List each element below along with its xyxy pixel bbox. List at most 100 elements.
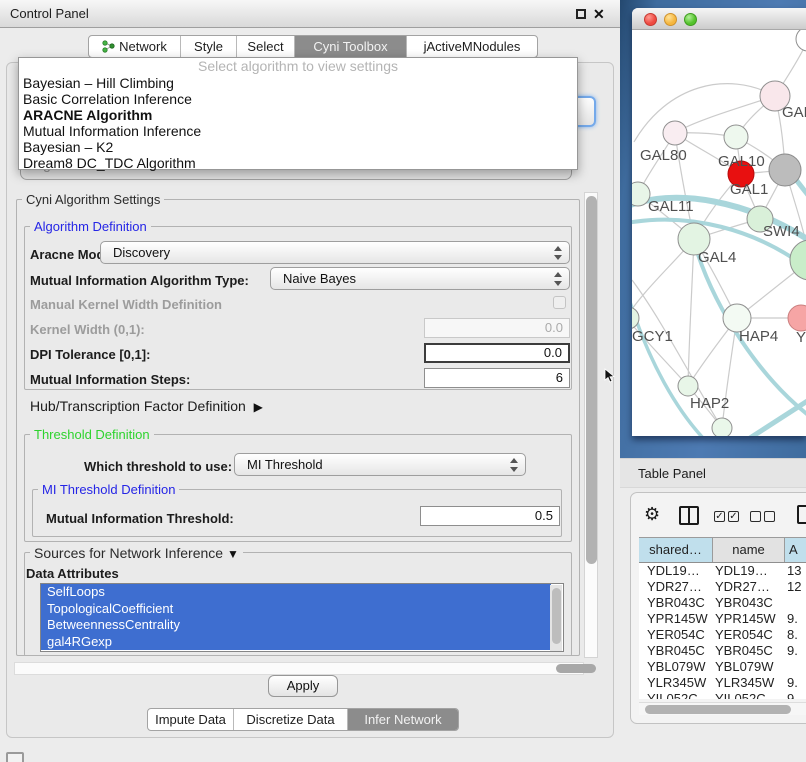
tab-discretize-data[interactable]: Discretize Data <box>234 709 348 730</box>
node-label: GAL1 <box>730 181 768 198</box>
table-row[interactable]: YER054C YER054C 8. <box>639 627 806 643</box>
cell: 9. <box>785 611 806 627</box>
table-row[interactable]: YBR043C YBR043C <box>639 595 806 611</box>
select-all-checkbox-icon[interactable]: ✓ <box>714 511 725 522</box>
dropdown-item[interactable]: Basic Correlation Inference <box>19 91 577 107</box>
settings-horizontal-scrollbar-thumb[interactable] <box>556 664 596 673</box>
table-row[interactable]: YBL079W YBL079W <box>639 659 806 675</box>
bottom-tabbar: Impute Data Discretize Data Infer Networ… <box>147 708 459 731</box>
node[interactable] <box>796 30 806 51</box>
column-header-partial[interactable]: A <box>785 538 806 562</box>
network-window-titlebar[interactable] <box>632 8 806 30</box>
cell: YBR045C <box>713 643 785 659</box>
tab-style[interactable]: Style <box>181 36 237 57</box>
close-traffic-light-icon[interactable] <box>644 13 657 26</box>
attributes-scrollbar[interactable] <box>550 585 562 651</box>
attribute-item-selected[interactable]: gal4RGexp <box>41 634 551 651</box>
table-row[interactable]: YDL19… YDL19… 13 <box>639 563 806 579</box>
which-threshold-combo[interactable]: MI Threshold <box>234 453 526 476</box>
settings-horizontal-scrollbar[interactable] <box>14 662 584 675</box>
control-panel-titlebar: Control Panel ✕ <box>0 0 620 28</box>
tab-cyni-toolbox[interactable]: Cyni Toolbox <box>295 36 407 57</box>
table-row[interactable]: YBR045C YBR045C 9. <box>639 643 806 659</box>
dropdown-header: Select algorithm to view settings <box>19 58 577 75</box>
table-horizontal-scrollbar-thumb[interactable] <box>645 705 791 714</box>
sources-group-toggle[interactable]: Sources for Network Inference ▼ <box>30 545 243 561</box>
deselect-all-checkbox-icon[interactable] <box>764 511 775 522</box>
stepper-arrows-icon <box>554 246 562 260</box>
zoom-traffic-light-icon[interactable] <box>684 13 697 26</box>
cell <box>785 595 806 611</box>
dropdown-item[interactable]: Dream8 DC_TDC Algorithm <box>19 155 577 171</box>
column-header-name[interactable]: name <box>713 538 785 562</box>
tab-infer-network-label: Infer Network <box>364 712 441 727</box>
cell: 12 <box>785 579 806 595</box>
minimized-panel-icon[interactable] <box>6 752 24 762</box>
table-row[interactable]: YLR345W YLR345W 9. <box>639 675 806 691</box>
attribute-item-selected[interactable]: BetweennessCentrality <box>41 617 551 634</box>
node-label: HAP4 <box>739 328 778 345</box>
node-label: GAL80 <box>640 147 687 164</box>
dpi-tolerance-value: 0.0 <box>544 345 562 360</box>
export-table-icon[interactable] <box>797 505 806 524</box>
apply-button[interactable]: Apply <box>268 675 338 697</box>
network-canvas[interactable]: GAL GAL80 GAL10 GAL1 GAL11 SWI4 GAL4 GCY… <box>632 30 806 436</box>
manual-kernel-label: Manual Kernel Width Definition <box>30 297 222 312</box>
node-hap2[interactable] <box>678 376 698 396</box>
node-gray[interactable] <box>769 154 801 186</box>
cell: YER054C <box>713 627 785 643</box>
cell: YBL079W <box>639 659 713 675</box>
algorithm-definition-title: Algorithm Definition <box>30 219 151 234</box>
table-panel-title: Table Panel <box>638 459 706 489</box>
node-gal80[interactable] <box>663 121 687 145</box>
node-label: GAL11 <box>648 198 694 215</box>
select-all-checkbox-icon[interactable]: ✓ <box>728 511 739 522</box>
attributes-scrollbar-thumb[interactable] <box>552 588 561 644</box>
stepper-arrows-icon <box>510 458 518 472</box>
mi-threshold-label: Mutual Information Threshold: <box>46 511 234 526</box>
cell: YIL052C <box>713 691 785 699</box>
manual-kernel-checkbox[interactable] <box>553 296 566 309</box>
split-columns-icon[interactable] <box>679 506 699 525</box>
mouse-cursor-icon <box>604 368 616 384</box>
table-header-row: shared… name A <box>639 537 806 563</box>
tab-network[interactable]: Network <box>89 36 181 57</box>
settings-vertical-scrollbar-thumb[interactable] <box>586 196 597 564</box>
close-icon[interactable]: ✕ <box>593 5 605 23</box>
node-salmon[interactable] <box>788 305 806 331</box>
mi-algorithm-type-label: Mutual Information Algorithm Type: <box>30 273 249 288</box>
attribute-item-selected[interactable]: SelfLoops <box>41 584 551 601</box>
table-row[interactable]: YIL052C YIL052C 9. <box>639 691 806 699</box>
mi-threshold-group-title: MI Threshold Definition <box>38 482 179 497</box>
tab-select[interactable]: Select <box>237 36 295 57</box>
mi-steps-field[interactable]: 6 <box>424 368 570 388</box>
cell: YDR27… <box>713 579 785 595</box>
which-threshold-value: MI Threshold <box>247 457 323 472</box>
mi-threshold-field[interactable]: 0.5 <box>420 506 560 526</box>
mi-algorithm-type-combo[interactable]: Naive Bayes <box>270 267 570 290</box>
dropdown-item-selected[interactable]: ARACNE Algorithm <box>19 107 577 123</box>
table-row[interactable]: YDR27… YDR27… 12 <box>639 579 806 595</box>
node-gal10[interactable] <box>724 125 748 149</box>
table-row[interactable]: YPR145W YPR145W 9. <box>639 611 806 627</box>
dpi-tolerance-label: DPI Tolerance [0,1]: <box>30 347 150 362</box>
tab-jactivemnodules[interactable]: jActiveMNodules <box>407 36 537 57</box>
tab-cyni-toolbox-label: Cyni Toolbox <box>313 39 387 54</box>
aracne-mode-combo[interactable]: Discovery <box>100 241 570 264</box>
tab-infer-network[interactable]: Infer Network <box>348 709 458 730</box>
float-window-icon[interactable] <box>576 9 586 19</box>
gear-icon[interactable]: ⚙ <box>644 504 660 524</box>
deselect-all-checkbox-icon[interactable] <box>750 511 761 522</box>
node[interactable] <box>712 418 732 436</box>
tab-impute-data[interactable]: Impute Data <box>148 709 234 730</box>
dropdown-item[interactable]: Mutual Information Inference <box>19 123 577 139</box>
column-header-shared-name[interactable]: shared… <box>639 538 713 562</box>
mi-steps-label: Mutual Information Steps: <box>30 372 190 387</box>
dropdown-item[interactable]: Bayesian – Hill Climbing <box>19 75 577 91</box>
dpi-tolerance-field[interactable]: 0.0 <box>424 343 570 363</box>
attribute-item-selected[interactable]: TopologicalCoefficient <box>41 601 551 618</box>
table-horizontal-scrollbar[interactable] <box>639 702 806 715</box>
hub-definition-toggle[interactable]: Hub/Transcription Factor Definition ▶ <box>30 398 263 414</box>
minimize-traffic-light-icon[interactable] <box>664 13 677 26</box>
dropdown-item[interactable]: Bayesian – K2 <box>19 139 577 155</box>
